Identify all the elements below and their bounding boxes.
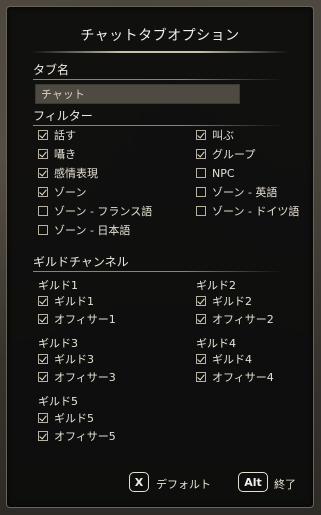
checkbox[interactable] [38, 314, 48, 324]
guild-3-channel[interactable]: ギルド3 [38, 352, 94, 366]
filter-divider [33, 125, 283, 126]
channel-label: ギルド5 [54, 412, 94, 425]
guild-5-channel[interactable]: ギルド5 [38, 411, 94, 425]
filter-label: NPC [212, 166, 235, 180]
checkbox[interactable] [196, 354, 206, 364]
guild-3-label: ギルド3 [38, 337, 78, 350]
default-keybind[interactable]: X [129, 472, 149, 492]
exit-keybind[interactable]: Alt [238, 472, 268, 492]
channel-label: ギルド1 [54, 295, 94, 308]
checkbox[interactable] [196, 314, 206, 324]
channel-label: オフィサー2 [212, 313, 274, 326]
filter-zone-english[interactable]: ゾーン - 英語 [196, 185, 277, 199]
channel-label: オフィサー4 [212, 371, 274, 384]
guild-4-channel[interactable]: ギルド4 [196, 352, 252, 366]
checkbox[interactable] [38, 354, 48, 364]
guild-2-channel[interactable]: ギルド2 [196, 294, 252, 308]
filter-whisper[interactable]: 囁き [38, 147, 76, 161]
guild-channels-label: ギルドチャンネル [33, 255, 129, 269]
default-button-label[interactable]: デフォルト [156, 476, 211, 492]
checkbox[interactable] [38, 187, 48, 197]
tab-name-input[interactable]: チャット [35, 84, 240, 104]
checkbox[interactable] [196, 206, 206, 216]
channel-label: ギルド2 [212, 295, 252, 308]
checkbox[interactable] [196, 130, 206, 140]
checkbox[interactable] [196, 187, 206, 197]
guild-1-officer[interactable]: オフィサー1 [38, 312, 116, 326]
checkbox[interactable] [196, 149, 206, 159]
channel-label: オフィサー1 [54, 313, 116, 326]
title-divider [31, 51, 289, 53]
tab-name-divider [33, 79, 283, 80]
guild-4-officer[interactable]: オフィサー4 [196, 370, 274, 384]
channel-label: オフィサー5 [54, 430, 116, 443]
guild-1-label: ギルド1 [38, 279, 78, 292]
checkbox[interactable] [38, 372, 48, 382]
checkbox[interactable] [38, 206, 48, 216]
guild-channels-divider [33, 271, 283, 272]
guild-2-label: ギルド2 [196, 279, 236, 292]
checkbox[interactable] [38, 413, 48, 423]
guild-2-officer[interactable]: オフィサー2 [196, 312, 274, 326]
guild-4-label: ギルド4 [196, 337, 236, 350]
checkbox[interactable] [38, 168, 48, 178]
checkbox[interactable] [38, 431, 48, 441]
filter-zone-german[interactable]: ゾーン - ドイツ語 [196, 204, 299, 218]
filter-emote[interactable]: 感情表現 [38, 166, 98, 180]
chat-tab-options-dialog: チャットタブオプション タブ名 チャット フィルター 話す 囁き 感情表現 ゾー… [6, 6, 314, 508]
filter-zone[interactable]: ゾーン [38, 185, 86, 199]
checkbox[interactable] [196, 372, 206, 382]
filter-label: 叫ぶ [212, 129, 234, 142]
filter-label: ゾーン - フランス語 [54, 205, 153, 218]
filter-label: ゾーン [54, 186, 87, 199]
checkbox[interactable] [196, 296, 206, 306]
checkbox[interactable] [38, 225, 48, 235]
filter-npc[interactable]: NPC [196, 166, 235, 180]
filter-say[interactable]: 話す [38, 128, 76, 142]
dialog-title: チャットタブオプション [80, 28, 240, 44]
guild-1-channel[interactable]: ギルド1 [38, 294, 94, 308]
filter-label: グループ [212, 148, 256, 161]
filter-group[interactable]: グループ [196, 147, 255, 161]
channel-label: ギルド3 [54, 353, 94, 366]
filter-yell[interactable]: 叫ぶ [196, 128, 234, 142]
filter-section-label: フィルター [33, 109, 93, 123]
guild-5-officer[interactable]: オフィサー5 [38, 429, 116, 443]
checkbox[interactable] [38, 130, 48, 140]
guild-5-label: ギルド5 [38, 395, 78, 408]
filter-zone-french[interactable]: ゾーン - フランス語 [38, 204, 152, 218]
checkbox[interactable] [38, 296, 48, 306]
filter-label: ゾーン - ドイツ語 [212, 205, 300, 218]
filter-label: 感情表現 [54, 167, 98, 180]
exit-button-label[interactable]: 終了 [274, 476, 296, 492]
filter-label: 話す [54, 129, 76, 142]
checkbox[interactable] [38, 149, 48, 159]
filter-zone-japanese[interactable]: ゾーン - 日本語 [38, 223, 130, 237]
checkbox[interactable] [196, 168, 206, 178]
filter-label: ゾーン - 日本語 [54, 224, 131, 237]
tab-name-label: タブ名 [33, 63, 70, 77]
filter-label: ゾーン - 英語 [212, 186, 278, 199]
filter-label: 囁き [54, 148, 76, 161]
channel-label: ギルド4 [212, 353, 252, 366]
channel-label: オフィサー3 [54, 371, 116, 384]
guild-3-officer[interactable]: オフィサー3 [38, 370, 116, 384]
